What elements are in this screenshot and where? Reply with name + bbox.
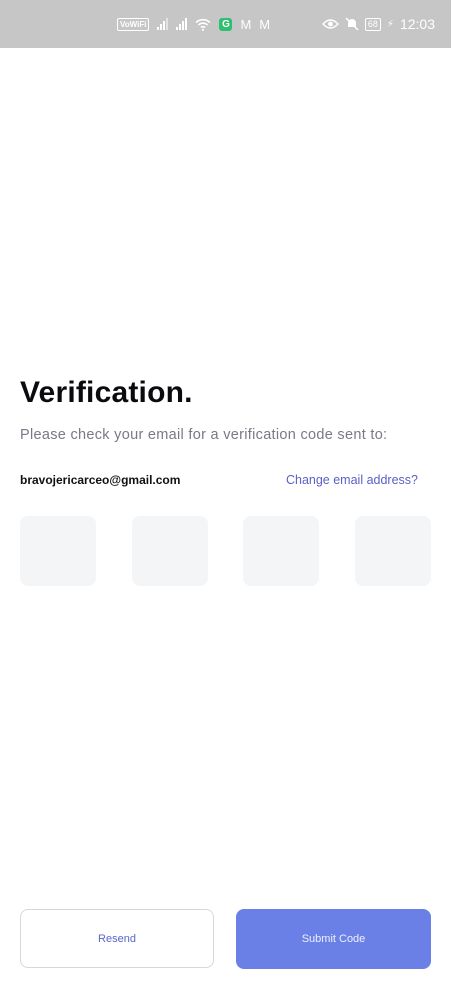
status-bar-left: VoWiFi G M M	[117, 0, 270, 48]
mute-bell-icon	[345, 17, 359, 31]
resend-button[interactable]: Resend	[20, 909, 214, 968]
code-digit-1-input[interactable]	[20, 516, 96, 586]
code-digit-2-input[interactable]	[131, 516, 208, 586]
status-bar-right: 68 ⚡ 12:03	[321, 0, 435, 48]
vowifi-icon: VoWiFi	[117, 17, 150, 31]
status-time: 12:03	[399, 16, 435, 32]
code-digit-4-input[interactable]	[354, 516, 431, 586]
recipient-email: bravojericarceo@gmail.com	[20, 473, 181, 487]
submit-code-button[interactable]: Submit Code	[236, 909, 431, 969]
code-digit-3-input[interactable]	[243, 516, 320, 586]
status-bar: VoWiFi G M M 68 ⚡ 12:03	[0, 0, 451, 48]
code-input-group	[20, 516, 431, 586]
instruction-text: Please check your email for a verificati…	[20, 427, 388, 443]
change-email-link[interactable]: Change email address?	[286, 473, 418, 487]
battery-icon: 68	[364, 17, 381, 31]
grammarly-icon: G	[219, 17, 233, 31]
gmail-icon: M	[240, 16, 252, 32]
signal-icon-1	[157, 18, 169, 30]
signal-icon-2	[176, 18, 188, 30]
verification-screen: VoWiFi G M M 68 ⚡ 12:03 Verification. Pl…	[0, 0, 451, 993]
wifi-icon	[195, 18, 212, 31]
gmail-icon: M	[259, 16, 271, 32]
page-title: Verification.	[20, 376, 193, 409]
charging-icon: ⚡	[386, 18, 394, 30]
eye-icon	[321, 18, 339, 30]
